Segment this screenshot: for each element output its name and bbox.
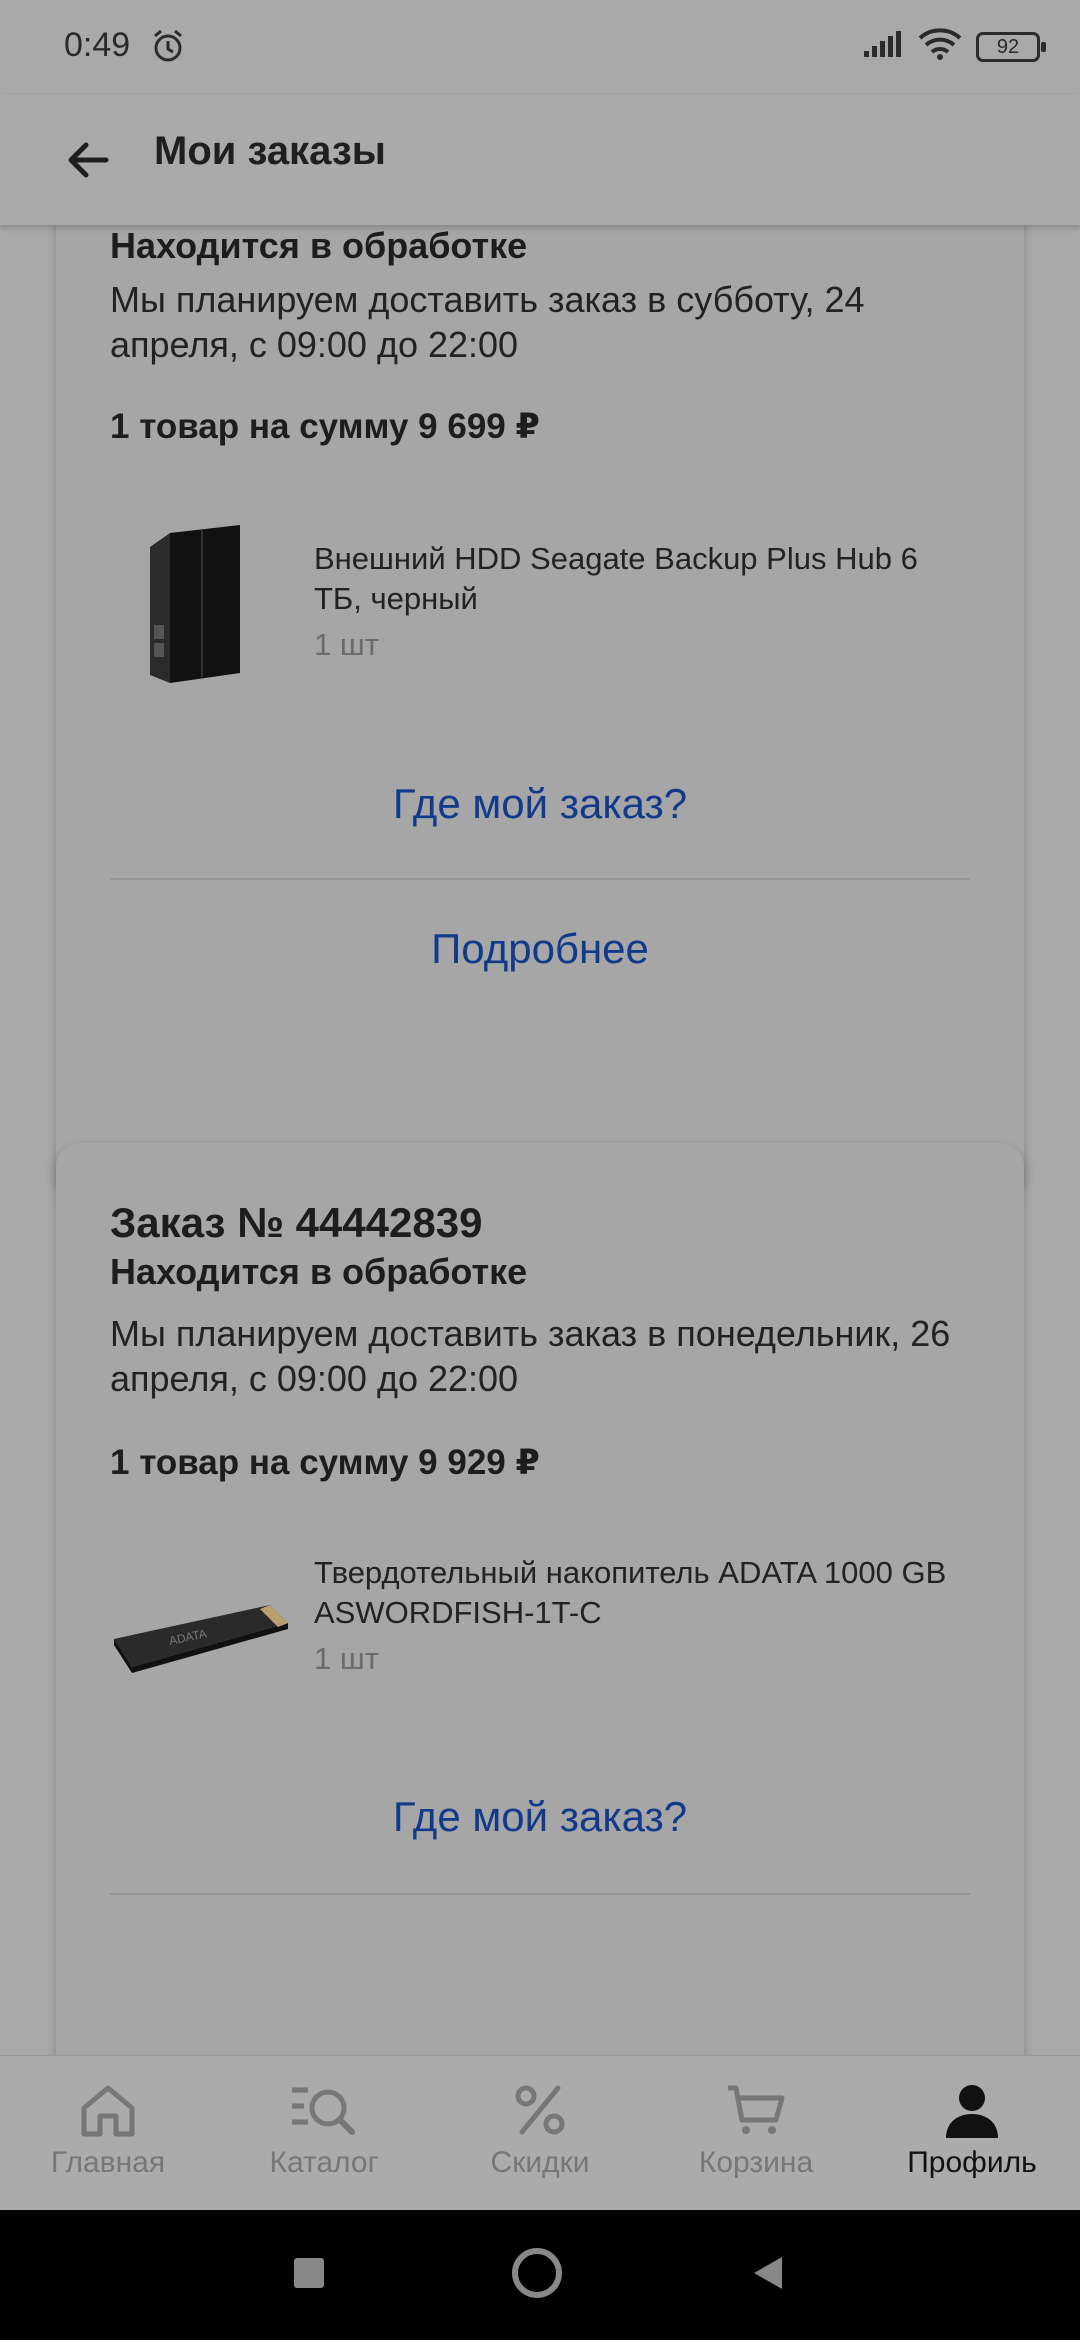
profile-icon bbox=[946, 2085, 998, 2138]
square-icon bbox=[293, 2257, 324, 2288]
product-image[interactable]: ADATA bbox=[110, 1543, 290, 1723]
circle-icon bbox=[511, 2247, 562, 2298]
order-summary: 1 товар на сумму 9 699 ₽ bbox=[110, 407, 540, 446]
system-navigation-bar bbox=[0, 2210, 1080, 2340]
wifi-icon bbox=[918, 28, 962, 65]
nav-item-catalog[interactable]: Каталог bbox=[216, 2056, 432, 2211]
orders-list[interactable]: Находится в обработке Мы планируем доста… bbox=[0, 225, 1080, 2055]
nav-label: Главная bbox=[50, 2146, 166, 2179]
order-number: Заказ № 44442839 bbox=[110, 1199, 483, 1246]
app-bar: Мои заказы bbox=[0, 95, 1080, 225]
catalog-search-icon bbox=[292, 2087, 355, 2135]
product-name[interactable]: Внешний HDD Seagate Backup Plus Hub 6 ТБ… bbox=[314, 539, 974, 619]
delivery-info: Мы планируем доставить заказ в понедельн… bbox=[110, 1313, 951, 1399]
home-button[interactable] bbox=[509, 2245, 565, 2306]
order-status: Находится в обработке bbox=[110, 225, 528, 266]
signal-icon bbox=[862, 29, 904, 64]
percent-icon bbox=[515, 2085, 565, 2135]
back-button[interactable] bbox=[56, 128, 120, 192]
alarm-icon bbox=[150, 28, 186, 69]
nav-item-discounts[interactable]: Скидки bbox=[432, 2056, 648, 2211]
product-name[interactable]: Твердотельный накопитель ADATA 1000 GB A… bbox=[314, 1553, 974, 1633]
status-bar: 0:49 92 bbox=[0, 0, 1080, 95]
product-image[interactable] bbox=[110, 515, 290, 695]
nav-label: Скидки bbox=[490, 2146, 590, 2179]
order-card: Заказ № 44442839 Находится в обработке М… bbox=[56, 1143, 1024, 2055]
order-status: Находится в обработке bbox=[110, 1251, 528, 1292]
details-link[interactable]: Подробнее bbox=[56, 925, 1024, 973]
page-title: Мои заказы bbox=[154, 129, 386, 173]
product-quantity: 1 шт bbox=[314, 1641, 379, 1676]
nav-item-home[interactable]: Главная bbox=[0, 2056, 216, 2211]
nav-label: Профиль bbox=[907, 2146, 1037, 2179]
bottom-navigation: Главная Каталог Скидки Корзина Профиль bbox=[0, 2055, 1080, 2211]
nav-label: Корзина bbox=[698, 2146, 814, 2179]
nav-item-cart[interactable]: Корзина bbox=[648, 2056, 864, 2211]
recent-apps-button[interactable] bbox=[292, 2256, 326, 2295]
where-is-my-order-link[interactable]: Где мой заказ? bbox=[56, 1793, 1024, 1841]
product-quantity: 1 шт bbox=[314, 627, 379, 662]
battery-indicator: 92 bbox=[976, 31, 1046, 62]
nav-item-profile[interactable]: Профиль bbox=[864, 2056, 1080, 2211]
arrow-left-icon bbox=[68, 142, 109, 178]
divider bbox=[110, 1893, 970, 1895]
home-icon bbox=[81, 2085, 135, 2137]
status-time: 0:49 bbox=[64, 26, 131, 64]
delivery-info: Мы планируем доставить заказ в субботу, … bbox=[110, 279, 865, 365]
divider bbox=[110, 878, 970, 880]
order-summary: 1 товар на сумму 9 929 ₽ bbox=[110, 1443, 540, 1482]
order-card: Находится в обработке Мы планируем доста… bbox=[56, 225, 1024, 1198]
cart-icon bbox=[728, 2085, 785, 2134]
where-is-my-order-link[interactable]: Где мой заказ? bbox=[56, 780, 1024, 828]
nav-label: Каталог bbox=[269, 2146, 379, 2179]
triangle-back-icon bbox=[754, 2256, 783, 2289]
system-back-button[interactable] bbox=[748, 2253, 788, 2298]
